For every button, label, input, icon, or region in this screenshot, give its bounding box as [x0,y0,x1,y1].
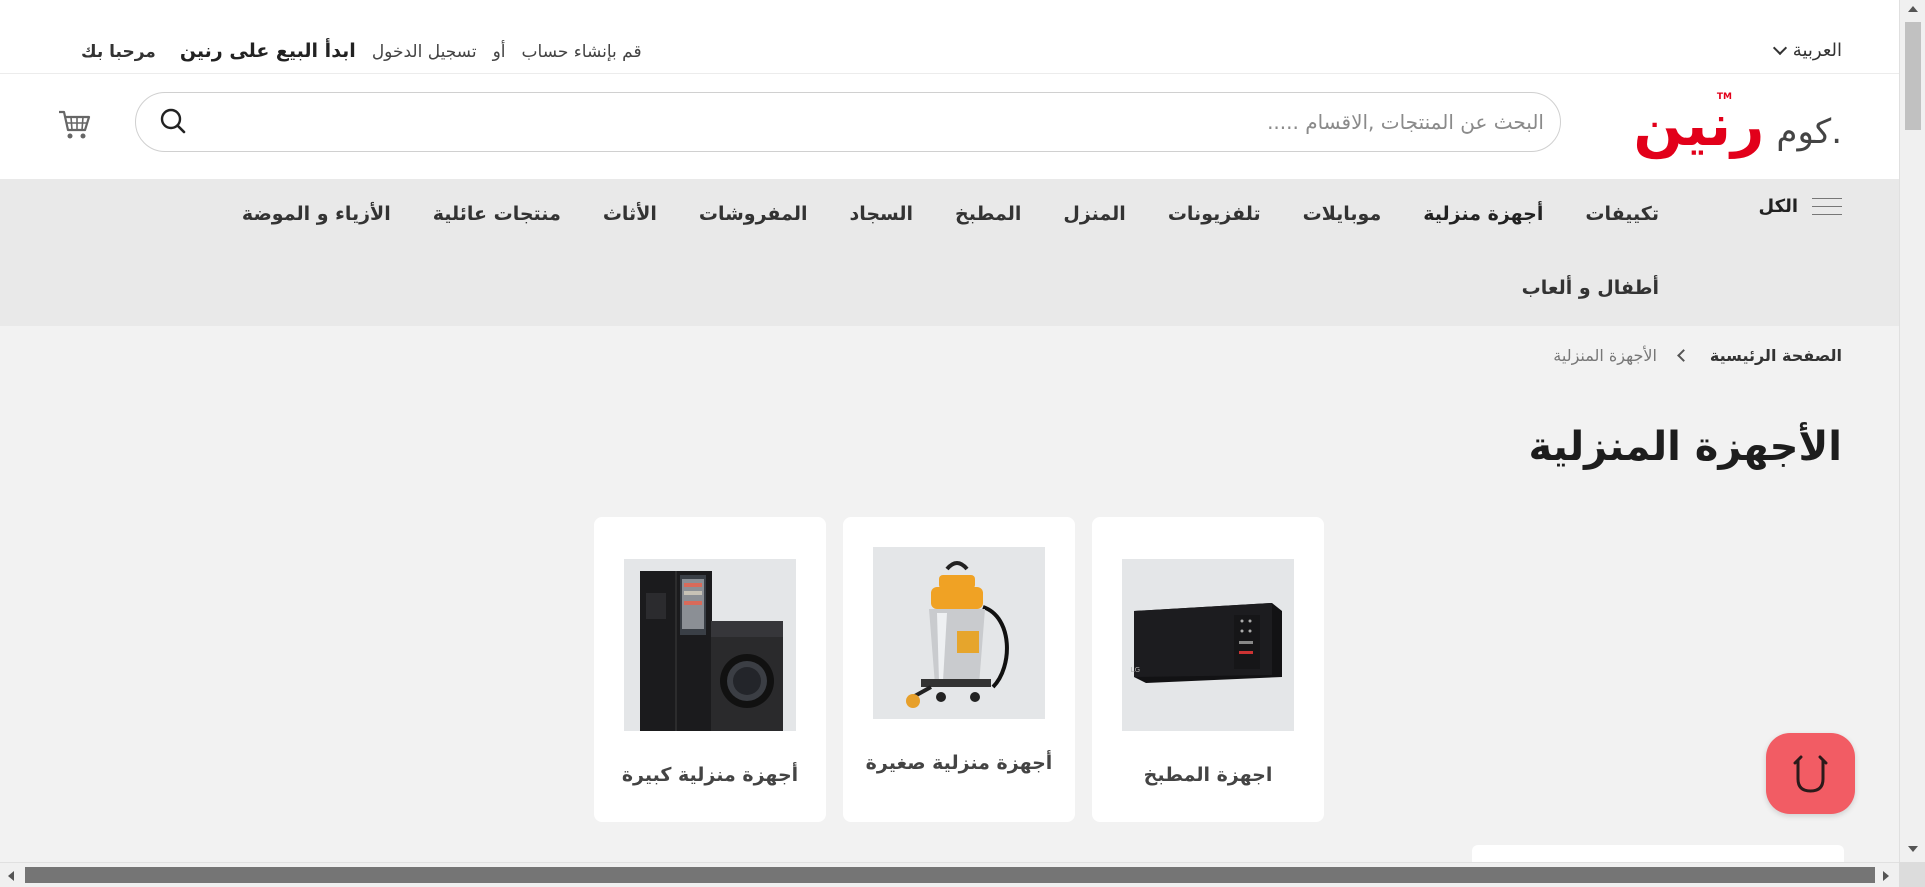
register-link[interactable]: قم بإنشاء حساب [522,42,642,62]
smile-icon [1793,755,1828,793]
subcategory-card[interactable]: أجهزة منزلية صغيرة [843,517,1075,822]
chevron-left-icon [1677,349,1690,362]
menu-icon [1812,198,1842,215]
language-selector[interactable]: العربية [1772,40,1842,61]
breadcrumb-current: الأجهزة المنزلية [1553,346,1657,365]
category-nav-row-1: تكييفات أجهزة منزلية موبايلات تلفزيونات المن… [221,203,1659,225]
all-categories-label: الكل [1758,196,1798,217]
category-nav-link[interactable]: أطفال و ألعاب [1501,277,1659,299]
scroll-left-icon[interactable] [8,871,14,881]
vertical-scrollbar[interactable] [1899,0,1925,862]
category-nav-link[interactable]: المطبخ [934,203,1042,225]
top-utility-bar: العربية مرحبا بك ابدأ البيع على رنين تسج… [0,0,1899,74]
category-nav-link[interactable]: موبايلات [1282,203,1403,225]
or-text: أو [492,42,506,62]
language-label: العربية [1792,40,1842,61]
all-categories-button[interactable]: الكل [1759,196,1842,217]
chevron-down-icon [1772,40,1787,56]
breadcrumb: الصفحة الرئيسية الأجهزة المنزلية [1553,346,1842,365]
search-bar [135,92,1561,152]
scroll-right-icon[interactable] [1883,871,1889,881]
scroll-down-icon[interactable] [1908,846,1918,852]
login-link[interactable]: تسجيل الدخول [372,42,477,62]
vacuum-cleaner-icon [873,547,1045,719]
category-nav-link[interactable]: الأزياء و الموضة [221,203,412,225]
scrollbar-corner [1899,862,1925,887]
category-nav-link[interactable]: المنزل [1042,203,1146,225]
category-nav-link[interactable]: منتجات عائلية [412,203,582,225]
category-nav-link[interactable]: أجهزة منزلية [1402,203,1564,225]
chat-assistant-button[interactable] [1766,733,1855,814]
breadcrumb-home[interactable]: الصفحة الرئيسية [1710,346,1842,365]
logo-suffix: .كوم [1776,111,1842,152]
category-nav-row-2: أطفال و ألعاب [1501,277,1659,299]
account-links: مرحبا بك ابدأ البيع على رنين تسجيل الدخو… [57,40,642,62]
search-icon[interactable] [158,107,188,137]
site-header: .كوم رنين TM [0,74,1899,179]
welcome-text: مرحبا بك [81,42,156,62]
microwave-icon: LG [1122,559,1294,731]
subcategory-label: اجهزة المطبخ [1143,764,1273,786]
category-nav-link[interactable]: السجاد [828,203,934,225]
horizontal-scroll-thumb[interactable] [25,867,1875,883]
category-nav-link[interactable]: تكييفات [1564,203,1659,225]
svg-text:LG: LG [1131,666,1140,674]
content-card-partial [1472,845,1844,862]
subcategory-cards: أجهزة منزلية كبيرة أجهزة منزلية صغيرة LG… [594,517,1324,822]
subcategory-card[interactable]: LG اجهزة المطبخ [1092,517,1324,822]
category-nav: الكل تكييفات أجهزة منزلية موبايلات تلفزيونا… [0,179,1899,326]
category-nav-link[interactable]: المفروشات [678,203,829,225]
fridge-washer-icon [624,559,796,731]
logo-mark: رنين [1633,91,1766,159]
page-title: الأجهزة المنزلية [1528,424,1842,470]
cart-icon[interactable] [57,108,91,142]
scroll-up-icon[interactable] [1908,6,1918,12]
subcategory-label: أجهزة منزلية كبيرة [621,764,799,786]
site-logo[interactable]: .كوم رنين TM [1633,91,1842,159]
category-nav-link[interactable]: تلفزيونات [1147,203,1282,225]
vertical-scroll-thumb[interactable] [1905,22,1921,130]
start-selling-link[interactable]: ابدأ البيع على رنين [180,40,356,62]
logo-trademark: TM [1716,92,1732,102]
page: العربية مرحبا بك ابدأ البيع على رنين تسج… [0,0,1899,862]
category-nav-link[interactable]: الأثاث [582,203,678,225]
horizontal-scrollbar[interactable] [0,862,1899,887]
search-input[interactable] [244,105,1544,139]
subcategory-label: أجهزة منزلية صغيرة [865,752,1053,774]
subcategory-card[interactable]: أجهزة منزلية كبيرة [594,517,826,822]
